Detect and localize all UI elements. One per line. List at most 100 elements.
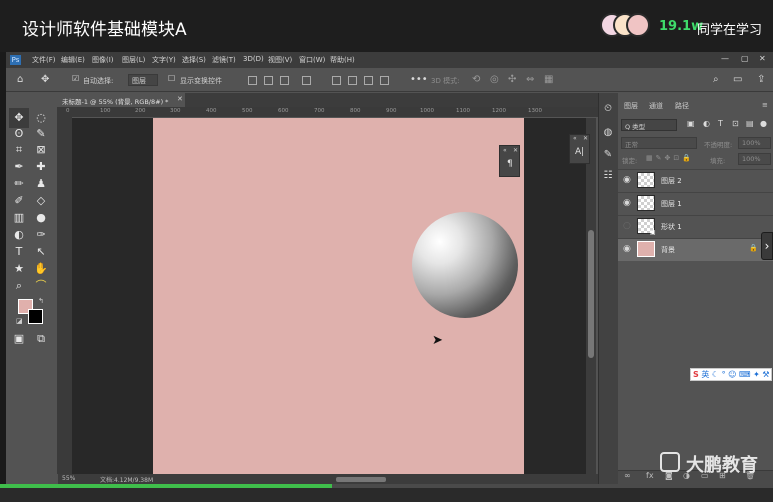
ime-language[interactable]: 英: [701, 370, 709, 379]
panel-menu-icon[interactable]: ≡: [762, 101, 768, 109]
sphere-shape[interactable]: [412, 212, 518, 318]
3d-slide-icon[interactable]: ⇔: [526, 74, 534, 85]
layer-thumbnail: [637, 172, 655, 188]
fill-field[interactable]: 100%: [738, 153, 771, 165]
character-icon[interactable]: A|: [575, 147, 584, 157]
menu-type[interactable]: 文字(Y): [152, 55, 176, 65]
auto-select-dropdown[interactable]: 图层: [128, 74, 158, 86]
align-right-icon[interactable]: [278, 74, 289, 85]
photoshop-logo: Ps: [10, 55, 21, 65]
video-progress-fill[interactable]: [0, 484, 333, 488]
fill-label: 填充:: [710, 157, 726, 165]
move-cursor-icon: ➤: [432, 333, 443, 348]
ime-tool-icons[interactable]: ☾ ° ☺ ⌨ ✦ ⚒: [712, 370, 770, 379]
lock-icons[interactable]: ▦✎✥⊡🔒: [646, 154, 694, 162]
default-colors-icon[interactable]: ◪: [16, 317, 23, 325]
distribute-icon[interactable]: [330, 74, 341, 85]
hidden-eye-icon[interactable]: ○: [623, 221, 631, 231]
expand-panel-handle[interactable]: ›: [761, 232, 773, 260]
scrollbar-thumb[interactable]: [588, 230, 594, 358]
document-tab[interactable]: 未标题-1 @ 55% (背景, RGB/8#) *: [58, 93, 185, 107]
menu-edit[interactable]: 编辑(E): [61, 55, 85, 65]
filter-adjustment-icon[interactable]: ◐: [703, 119, 713, 130]
filter-smart-object-icon[interactable]: ▤: [746, 119, 756, 130]
workspace-icon[interactable]: ▭: [733, 74, 742, 85]
minimize-icon[interactable]: —: [721, 54, 729, 63]
align-top-icon[interactable]: [300, 74, 311, 85]
background-color-swatch[interactable]: [28, 309, 43, 324]
tab-layers[interactable]: 图层: [624, 101, 638, 111]
3d-rotate-icon[interactable]: ⟲: [472, 74, 480, 85]
tab-channels[interactable]: 通道: [649, 101, 663, 111]
menu-window[interactable]: 窗口(W): [299, 55, 325, 65]
ime-toolbar[interactable]: S 英 ☾ ° ☺ ⌨ ✦ ⚒: [690, 368, 772, 381]
filter-toggle-icon[interactable]: ●: [760, 119, 770, 130]
viewer-label: 同学在学习: [697, 23, 763, 38]
color-panel-icon[interactable]: ◍: [601, 127, 615, 141]
collapse-icon[interactable]: «: [573, 135, 577, 142]
options-bar: [6, 68, 773, 92]
layer-name: 图层 2: [661, 177, 682, 185]
auto-select-label: 自动选择:: [83, 77, 114, 85]
add-mask-icon[interactable]: ◙: [665, 471, 673, 480]
menu-file[interactable]: 文件(F): [32, 55, 56, 65]
close-tab-icon[interactable]: ✕: [177, 95, 183, 103]
distribute-icon[interactable]: [378, 74, 389, 85]
filter-type-icon[interactable]: T: [718, 119, 728, 130]
share-icon[interactable]: ⇪: [757, 74, 765, 85]
horizontal-scrollbar-thumb[interactable]: [336, 477, 386, 482]
banana-icon[interactable]: ⌒: [31, 276, 51, 296]
filter-pixel-icon[interactable]: ▣: [687, 119, 697, 130]
visibility-eye-icon[interactable]: ◉: [623, 175, 631, 185]
menu-image[interactable]: 图像(I): [92, 55, 114, 65]
checkbox-icon[interactable]: ☐: [168, 74, 175, 83]
menu-view[interactable]: 视图(V): [268, 55, 292, 65]
swap-colors-icon[interactable]: ↰: [38, 297, 44, 305]
3d-roll-icon[interactable]: ◎: [490, 74, 499, 85]
distribute-icon[interactable]: [346, 74, 357, 85]
vertical-ruler: [58, 107, 72, 474]
zoom-tool-icon[interactable]: ⌕: [9, 276, 29, 296]
home-icon[interactable]: ⌂: [17, 74, 23, 85]
move-tool-icon[interactable]: ✥: [41, 74, 49, 85]
distribute-icon[interactable]: [362, 74, 373, 85]
menu-3d[interactable]: 3D(D): [243, 55, 264, 63]
history-icon[interactable]: ⏲: [601, 103, 615, 117]
maximize-icon[interactable]: ▢: [741, 54, 749, 63]
checkbox-checked-icon[interactable]: ☑: [72, 74, 79, 83]
paragraph-icon[interactable]: ¶: [507, 159, 513, 169]
menu-select[interactable]: 选择(S): [182, 55, 206, 65]
visibility-eye-icon[interactable]: ◉: [623, 244, 631, 254]
ruler-label: 1200: [492, 108, 506, 114]
blend-mode-dropdown[interactable]: 正常: [621, 137, 697, 149]
zoom-level[interactable]: 55%: [62, 475, 75, 482]
menu-layer[interactable]: 图层(L): [122, 55, 145, 65]
opacity-label: 不透明度:: [704, 141, 733, 149]
3d-pan-icon[interactable]: ✣: [508, 74, 516, 85]
align-left-icon[interactable]: [246, 74, 257, 85]
menu-help[interactable]: 帮助(H): [330, 55, 355, 65]
close-icon[interactable]: ✕: [513, 147, 518, 154]
collapse-icon[interactable]: «: [503, 147, 507, 154]
quick-mask-icon[interactable]: ▣: [9, 329, 29, 349]
close-icon[interactable]: ✕: [583, 135, 588, 142]
video-progress-track[interactable]: [332, 484, 773, 488]
close-icon[interactable]: ✕: [759, 54, 766, 63]
layer-filter-dropdown[interactable]: Q 类型: [621, 119, 677, 131]
filter-shape-icon[interactable]: ⊡: [732, 119, 742, 130]
3d-scale-icon[interactable]: ▦: [544, 74, 553, 85]
visibility-eye-icon[interactable]: ◉: [623, 198, 631, 208]
opacity-field[interactable]: 100%: [738, 137, 771, 149]
adjustments-icon[interactable]: ☷: [601, 170, 615, 184]
align-center-icon[interactable]: [262, 74, 273, 85]
ruler-label: 900: [386, 108, 397, 114]
brush-panel-icon[interactable]: ✎: [601, 149, 615, 163]
fx-icon[interactable]: fx: [646, 471, 654, 480]
screen-mode-icon[interactable]: ⧉: [31, 329, 51, 349]
menu-filter[interactable]: 滤镜(T): [212, 55, 236, 65]
ruler-label: 400: [206, 108, 217, 114]
tab-paths[interactable]: 路径: [675, 101, 689, 111]
link-layers-icon[interactable]: ∞: [624, 471, 631, 480]
more-options-icon[interactable]: •••: [410, 74, 428, 85]
search-icon[interactable]: ⌕: [713, 74, 719, 85]
